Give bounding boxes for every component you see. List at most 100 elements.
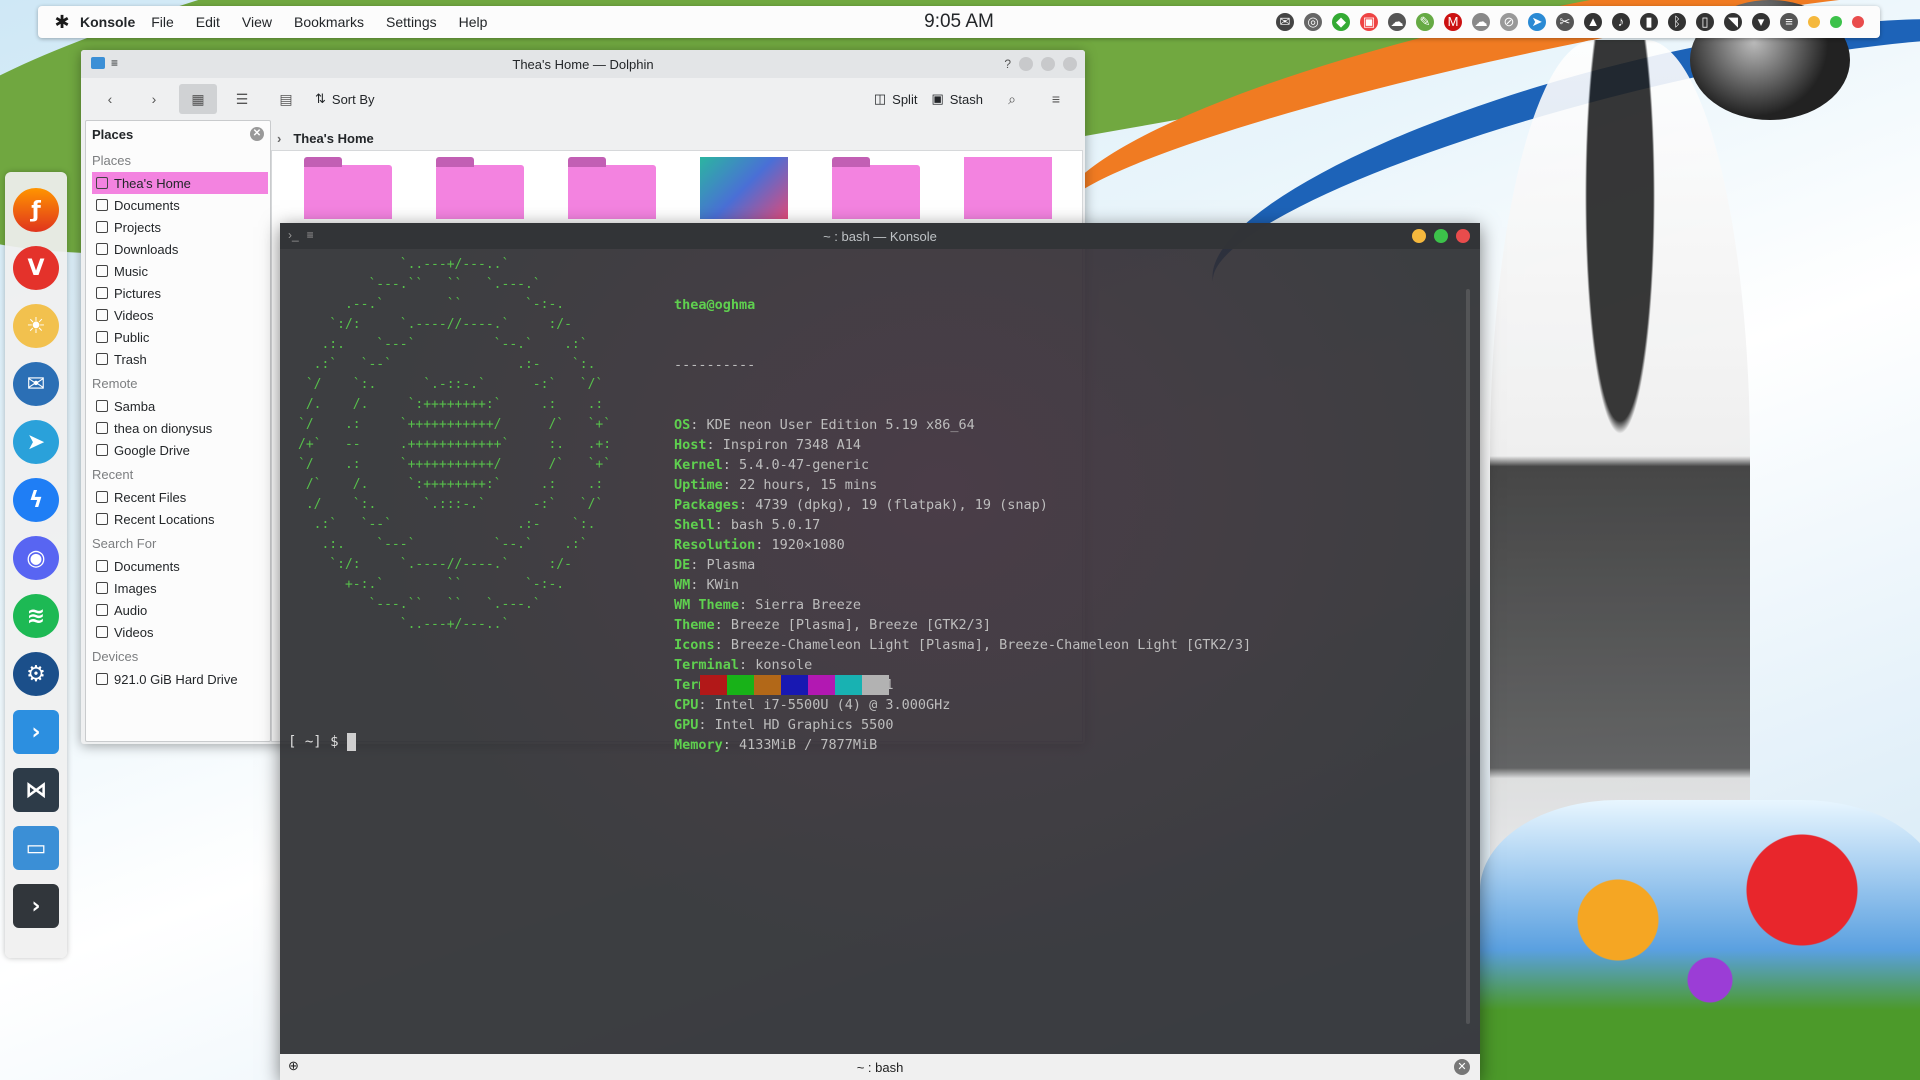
- new-tab-icon[interactable]: ⊕: [288, 1058, 306, 1076]
- menu-bookmarks[interactable]: Bookmarks: [294, 14, 364, 30]
- place-pictures[interactable]: Pictures: [86, 282, 270, 304]
- file-manager-icon[interactable]: ▭: [13, 826, 59, 870]
- dolphin-maximize-button[interactable]: [1041, 57, 1055, 71]
- hamburger-menu-icon[interactable]: ≡: [1037, 84, 1075, 114]
- disabled-tray-icon[interactable]: ⊘: [1500, 13, 1518, 31]
- discord-icon[interactable]: ◉: [13, 536, 59, 580]
- close-places-icon[interactable]: ✕: [250, 127, 264, 141]
- place-theas-home[interactable]: Thea's Home: [92, 172, 268, 194]
- cloud-tray-icon[interactable]: ☁: [1388, 13, 1406, 31]
- details-view-icon[interactable]: ▤: [267, 84, 305, 114]
- app-tray-icon[interactable]: ▣: [1360, 13, 1378, 31]
- compact-view-icon[interactable]: ☰: [223, 84, 261, 114]
- forward-icon[interactable]: ›: [135, 84, 173, 114]
- folder-icon[interactable]: [436, 157, 524, 219]
- messenger-icon[interactable]: ϟ: [13, 478, 59, 522]
- spotify-icon[interactable]: ≋: [13, 594, 59, 638]
- info-colon: :: [698, 717, 715, 733]
- back-icon[interactable]: ‹: [91, 84, 129, 114]
- search-icon[interactable]: ⌕: [993, 84, 1031, 114]
- place-music[interactable]: Music: [86, 260, 270, 282]
- maximize-button[interactable]: [1830, 16, 1842, 28]
- remote-google-drive[interactable]: Google Drive: [86, 439, 270, 461]
- place-projects[interactable]: Projects: [86, 216, 270, 238]
- remote-dionysus[interactable]: thea on dionysus: [86, 417, 270, 439]
- remote-samba[interactable]: Samba: [86, 395, 270, 417]
- recent-files[interactable]: Recent Files: [86, 486, 270, 508]
- steam-icon[interactable]: ⚙: [13, 652, 59, 696]
- konsole-maximize-button[interactable]: [1434, 229, 1448, 243]
- clock[interactable]: 9:05 AM: [924, 11, 994, 33]
- color-swatch: [700, 675, 727, 695]
- place-public[interactable]: Public: [86, 326, 270, 348]
- dolphin-close-button[interactable]: [1063, 57, 1077, 71]
- scrollbar[interactable]: [1466, 289, 1470, 1024]
- menu-help[interactable]: Help: [459, 14, 488, 30]
- messenger-tray-icon[interactable]: ✉: [1276, 13, 1294, 31]
- split-button[interactable]: ◫ Split: [870, 84, 922, 114]
- nextcloud-tray-icon[interactable]: ☁: [1472, 13, 1490, 31]
- breadcrumb-item-home[interactable]: Thea's Home: [293, 131, 373, 146]
- menu-edit[interactable]: Edit: [196, 14, 220, 30]
- recent-locations[interactable]: Recent Locations: [86, 508, 270, 530]
- bluetooth-tray-icon[interactable]: ᛒ: [1668, 13, 1686, 31]
- telegram-icon[interactable]: ➤: [13, 420, 59, 464]
- folder-with-preview[interactable]: [964, 157, 1052, 219]
- dropbox-tray-icon[interactable]: ◆: [1332, 13, 1350, 31]
- place-documents[interactable]: Documents: [86, 194, 270, 216]
- pen-tray-icon[interactable]: ✎: [1416, 13, 1434, 31]
- lock-tray-icon[interactable]: ▲: [1584, 13, 1602, 31]
- dolphin-minimize-button[interactable]: [1019, 57, 1033, 71]
- search-images[interactable]: Images: [86, 577, 270, 599]
- thunderbird-icon[interactable]: ✉: [13, 362, 59, 406]
- place-downloads[interactable]: Downloads: [86, 238, 270, 260]
- folder-icon[interactable]: [568, 157, 656, 219]
- menu-view[interactable]: View: [242, 14, 272, 30]
- file-thumbnail[interactable]: [700, 157, 788, 219]
- shell-prompt[interactable]: [ ~] $: [288, 733, 356, 751]
- expand-tray-icon[interactable]: ▾: [1752, 13, 1770, 31]
- konsole-minimize-button[interactable]: [1412, 229, 1426, 243]
- sort-by-button[interactable]: ⇅ Sort By: [311, 84, 379, 114]
- mail-tray-icon[interactable]: M: [1444, 13, 1462, 31]
- minimize-button[interactable]: [1808, 16, 1820, 28]
- stash-button[interactable]: ▣ Stash: [927, 84, 987, 114]
- search-videos[interactable]: Videos: [86, 621, 270, 643]
- phone-tray-icon[interactable]: ▯: [1696, 13, 1714, 31]
- window-menu-icon[interactable]: ≡: [307, 228, 314, 242]
- close-tab-icon[interactable]: ✕: [1454, 1059, 1470, 1075]
- place-videos[interactable]: Videos: [86, 304, 270, 326]
- device-hard-drive[interactable]: 921.0 GiB Hard Drive: [86, 668, 270, 690]
- menu-settings[interactable]: Settings: [386, 14, 437, 30]
- tab-bash[interactable]: ~ : bash: [857, 1060, 904, 1075]
- menu-file[interactable]: File: [151, 14, 174, 30]
- window-menu-icon[interactable]: ≡: [111, 56, 118, 70]
- folder-icon[interactable]: [832, 157, 920, 219]
- icons-view-icon[interactable]: ▦: [179, 84, 217, 114]
- telegram-tray-icon[interactable]: ➤: [1528, 13, 1546, 31]
- wifi-tray-icon[interactable]: ◥: [1724, 13, 1742, 31]
- place-trash[interactable]: Trash: [86, 348, 270, 370]
- menu-tray-icon[interactable]: ≡: [1780, 13, 1798, 31]
- firefox-icon[interactable]: ƒ: [13, 188, 59, 232]
- store-icon[interactable]: ›: [13, 710, 59, 754]
- weather-icon[interactable]: ☀: [13, 304, 59, 348]
- terminal-app-icon[interactable]: ›_: [288, 228, 299, 242]
- terminal-icon[interactable]: ›: [13, 884, 59, 928]
- vscode-icon[interactable]: ⋈: [13, 768, 59, 812]
- search-audio[interactable]: Audio: [86, 599, 270, 621]
- paperclip-tray-icon[interactable]: ✂: [1556, 13, 1574, 31]
- close-button[interactable]: [1852, 16, 1864, 28]
- help-icon[interactable]: ?: [1004, 57, 1011, 71]
- battery-tray-icon[interactable]: ▮: [1640, 13, 1658, 31]
- vivaldi-icon[interactable]: V: [13, 246, 59, 290]
- search-documents[interactable]: Documents: [86, 555, 270, 577]
- gamepad-tray-icon[interactable]: ◎: [1304, 13, 1322, 31]
- kde-app-icon[interactable]: ✱: [52, 12, 72, 32]
- dolphin-app-icon[interactable]: [91, 57, 105, 69]
- chevron-right-icon[interactable]: ›: [277, 131, 281, 146]
- volume-tray-icon[interactable]: ♪: [1612, 13, 1630, 31]
- konsole-close-button[interactable]: [1456, 229, 1470, 243]
- terminal-area[interactable]: `..---+/---..` `---.`` `` `.---.` .--.` …: [280, 249, 1480, 1054]
- folder-icon[interactable]: [304, 157, 392, 219]
